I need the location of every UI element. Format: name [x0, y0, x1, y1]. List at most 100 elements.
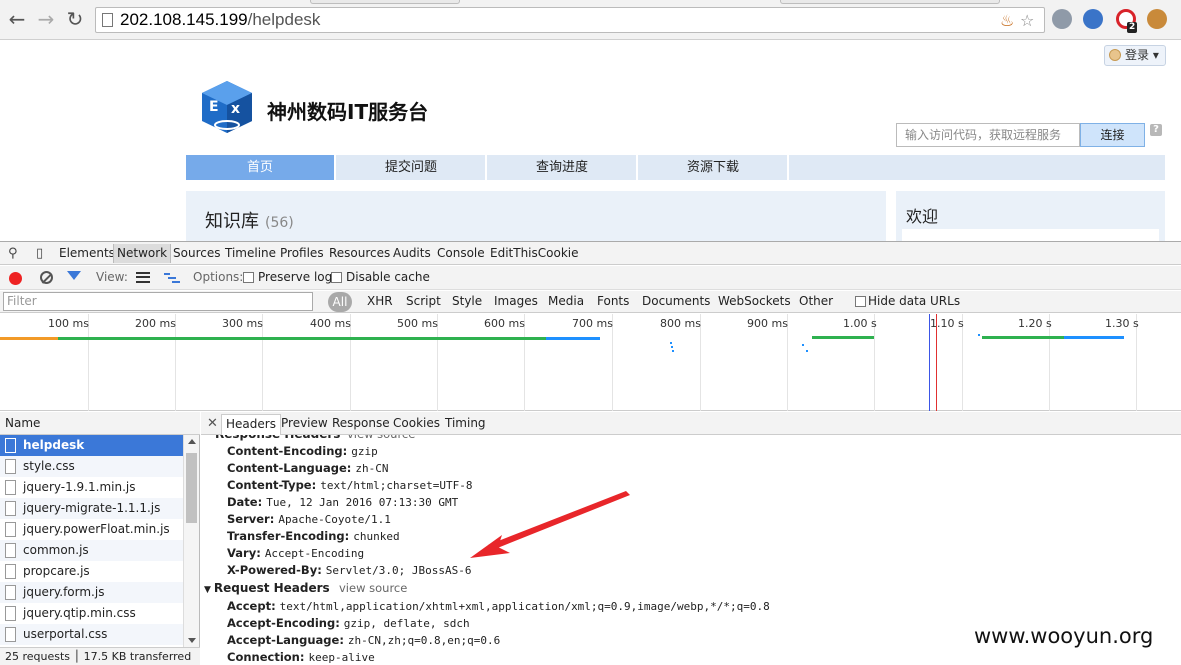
- address-bar[interactable]: 202.108.145.199/helpdesk ♨ ☆: [95, 7, 1045, 33]
- nav-downloads[interactable]: 资源下载: [639, 155, 789, 180]
- request-headers-title[interactable]: ▼ Request Headers: [204, 580, 330, 597]
- tab-sources[interactable]: Sources: [173, 246, 220, 260]
- tick-label: 900 ms: [747, 317, 788, 330]
- type-filter-media[interactable]: Media: [548, 294, 584, 308]
- request-name: style.css: [23, 459, 75, 473]
- header-row: Content-Language: zh-CN: [227, 460, 389, 477]
- inspect-icon[interactable]: ⚲: [8, 246, 18, 261]
- browser-tab[interactable]: [780, 0, 1000, 4]
- header-value: zh-CN,zh;q=0.8,en;q=0.6: [347, 634, 501, 647]
- request-name: jquery-1.9.1.min.js: [23, 480, 136, 494]
- clear-icon[interactable]: [40, 271, 53, 284]
- access-code-input[interactable]: 输入访问代码，获取远程服务: [896, 123, 1080, 147]
- extension-globe-icon[interactable]: [1052, 9, 1072, 29]
- request-list-scrollbar[interactable]: [183, 435, 199, 647]
- type-filter-xhr[interactable]: XHR: [367, 294, 393, 308]
- disable-cache-checkbox[interactable]: [331, 272, 342, 283]
- type-filter-websockets[interactable]: WebSockets: [718, 294, 791, 308]
- type-filter-images[interactable]: Images: [494, 294, 538, 308]
- type-filter-script[interactable]: Script: [406, 294, 441, 308]
- scroll-thumb[interactable]: [186, 453, 197, 523]
- name-column-header[interactable]: Name: [0, 412, 200, 435]
- tab-audits[interactable]: Audits: [393, 246, 431, 260]
- request-row[interactable]: style.css: [0, 456, 183, 477]
- disable-cache-label: Disable cache: [346, 270, 430, 284]
- header-row: Accept-Language: zh-CN,zh;q=0.8,en;q=0.6: [227, 632, 500, 649]
- reload-icon[interactable]: ↻: [64, 8, 86, 30]
- scroll-up-icon[interactable]: [188, 439, 196, 444]
- tab-editthiscookie[interactable]: EditThisCookie: [490, 246, 579, 260]
- tab-elements[interactable]: Elements: [59, 246, 115, 260]
- url-path: /helpdesk: [247, 10, 321, 29]
- tab-preview[interactable]: Preview: [281, 416, 328, 430]
- type-filter-other[interactable]: Other: [799, 294, 833, 308]
- header-value: Apache-Coyote/1.1: [278, 513, 391, 526]
- welcome-content: [902, 229, 1159, 241]
- response-view-source[interactable]: view source: [347, 435, 415, 443]
- scroll-down-icon[interactable]: [188, 638, 196, 643]
- connect-button[interactable]: 连接: [1080, 123, 1145, 147]
- waterfall-bar: [58, 337, 546, 340]
- nav-submit-issue[interactable]: 提交问题: [337, 155, 487, 180]
- type-filter-fonts[interactable]: Fonts: [597, 294, 629, 308]
- filter-input[interactable]: Filter: [3, 292, 313, 311]
- tab-console[interactable]: Console: [437, 246, 485, 260]
- java-icon[interactable]: ♨: [1000, 11, 1014, 30]
- request-row[interactable]: jquery-migrate-1.1.1.js: [0, 498, 183, 519]
- request-headers-label: Request Headers: [213, 581, 330, 595]
- waterfall-view-icon[interactable]: [164, 273, 180, 283]
- tab-timing[interactable]: Timing: [445, 416, 486, 430]
- hide-data-urls-checkbox[interactable]: [855, 296, 866, 307]
- nav-query-progress[interactable]: 查询进度: [488, 155, 638, 180]
- device-mode-icon[interactable]: ▯: [36, 246, 43, 261]
- devtools: ⚲ ▯ Elements Network Sources Timeline Pr…: [0, 241, 1181, 665]
- type-filter-documents[interactable]: Documents: [642, 294, 710, 308]
- nav-home[interactable]: 首页: [186, 155, 336, 180]
- tab-headers[interactable]: Headers: [221, 414, 281, 435]
- request-row[interactable]: userportal.css: [0, 624, 183, 645]
- request-row[interactable]: jquery-1.9.1.min.js: [0, 477, 183, 498]
- request-name: helpdesk: [23, 438, 85, 452]
- type-filter-style[interactable]: Style: [452, 294, 482, 308]
- bookmark-star-icon[interactable]: ☆: [1020, 11, 1034, 30]
- list-view-icon[interactable]: [136, 272, 150, 283]
- tab-resources[interactable]: Resources: [329, 246, 390, 260]
- expand-triangle-icon[interactable]: ▼: [204, 582, 211, 599]
- type-filter-all[interactable]: All: [328, 292, 352, 312]
- request-view-source[interactable]: view source: [339, 580, 407, 597]
- welcome-panel: 欢迎: [896, 191, 1165, 241]
- tab-network[interactable]: Network: [113, 244, 172, 263]
- filter-icon[interactable]: [67, 271, 81, 280]
- detail-tabs: ✕ Headers Preview Response Cookies Timin…: [201, 412, 1181, 435]
- request-row[interactable]: propcare.js: [0, 561, 183, 582]
- welcome-title: 欢迎: [906, 207, 939, 226]
- extension-earth-icon[interactable]: [1083, 9, 1103, 29]
- header-value: Servlet/3.0; JBossAS-6: [325, 564, 472, 577]
- back-icon[interactable]: ←: [6, 8, 28, 30]
- request-row[interactable]: jquery.qtip.min.css: [0, 603, 183, 624]
- request-row[interactable]: jquery.form.js: [0, 582, 183, 603]
- forward-icon[interactable]: →: [35, 8, 57, 30]
- header-row: Accept: text/html,application/xhtml+xml,a…: [227, 598, 770, 615]
- browser-tab[interactable]: [310, 0, 460, 4]
- kb-title: 知识库: [205, 211, 259, 232]
- tick-label: 500 ms: [397, 317, 438, 330]
- tick-label: 200 ms: [135, 317, 176, 330]
- login-label: 登录: [1125, 48, 1150, 62]
- tab-profiles[interactable]: Profiles: [280, 246, 324, 260]
- close-icon[interactable]: ✕: [207, 416, 218, 431]
- tab-timeline[interactable]: Timeline: [225, 246, 276, 260]
- request-name: jquery.powerFloat.min.js: [23, 522, 170, 536]
- request-row[interactable]: helpdesk: [0, 435, 183, 456]
- cookie-icon[interactable]: [1147, 9, 1167, 29]
- request-row[interactable]: jquery.powerFloat.min.js: [0, 519, 183, 540]
- user-icon: [1109, 49, 1121, 61]
- tab-cookies[interactable]: Cookies: [393, 416, 440, 430]
- tab-response[interactable]: Response: [332, 416, 390, 430]
- preserve-log-checkbox[interactable]: [243, 272, 254, 283]
- record-icon[interactable]: [9, 272, 22, 285]
- response-headers-title[interactable]: Response Headers: [215, 435, 340, 443]
- login-button[interactable]: 登录 ▾: [1104, 45, 1166, 66]
- request-row[interactable]: common.js: [0, 540, 183, 561]
- help-icon[interactable]: ?: [1150, 124, 1162, 136]
